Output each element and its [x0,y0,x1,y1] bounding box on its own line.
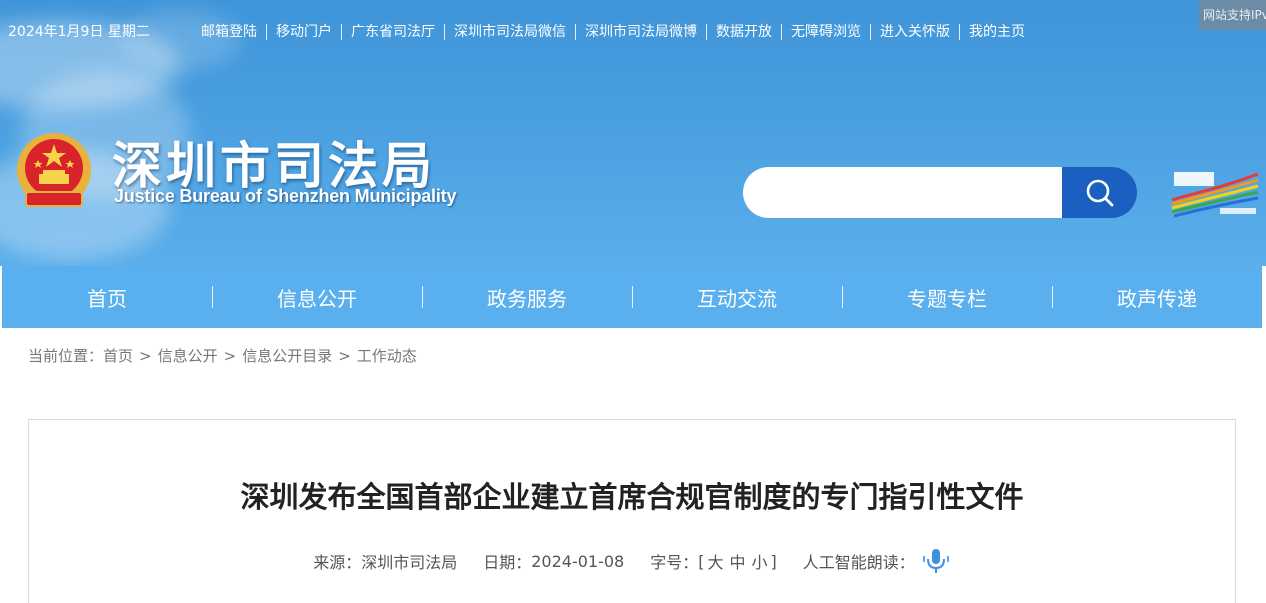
breadcrumb-separator: > [223,347,237,365]
top-link-wechat[interactable]: 深圳市司法局微信 [444,24,575,40]
top-link-mobile-portal[interactable]: 移动门户 [266,24,341,40]
breadcrumb-home[interactable]: 首页 [103,347,133,365]
font-size-small-button[interactable]: 小 [749,549,771,573]
nav-information-disclosure[interactable]: 信息公开 [212,266,422,328]
breadcrumb: 当前位置：首页 > 信息公开 > 信息公开目录 > 工作动态 [28,344,417,368]
font-size-large-button[interactable]: 大 [704,549,726,573]
source-label: 来源： [313,553,362,572]
read-aloud-label: 人工智能朗读： [802,553,915,572]
search-input[interactable] [743,167,1063,218]
search-icon [1086,179,1113,206]
site-subtitle: Justice Bureau of Shenzhen Municipality [114,186,457,206]
source-value: 深圳市司法局 [361,553,458,572]
top-link-accessibility[interactable]: 无障碍浏览 [781,24,870,40]
top-link-open-data[interactable]: 数据开放 [706,24,781,40]
nav-interaction[interactable]: 互动交流 [632,266,842,328]
search-button[interactable] [1062,167,1137,218]
ipv6-badge: 网站支持IPv6 [1199,0,1266,30]
search-box [743,167,1137,218]
top-link-care-mode[interactable]: 进入关怀版 [870,24,959,40]
article-source: 来源： 深圳市司法局 [313,549,457,573]
top-links: 邮箱登陆 移动门户 广东省司法厅 深圳市司法局微信 深圳市司法局微博 数据开放 … [192,18,1034,46]
nav-government-services[interactable]: 政务服务 [422,266,632,328]
font-size-label: 字号： [650,553,699,572]
breadcrumb-separator: > [338,347,351,365]
current-date: 2024年1月9日 星期二 [8,24,150,40]
main-nav: 首页 信息公开 政务服务 互动交流 专题专栏 政声传递 [2,266,1262,328]
top-link-weibo[interactable]: 深圳市司法局微博 [575,24,706,40]
top-link-my-homepage[interactable]: 我的主页 [959,24,1034,40]
breadcrumb-separator: > [139,347,152,365]
article-panel: 深圳发布全国首部企业建立首席合规官制度的专门指引性文件 来源： 深圳市司法局 日… [28,419,1236,603]
top-link-guangdong-justice[interactable]: 广东省司法厅 [341,24,444,40]
site-header: 2024年1月9日 星期二 邮箱登陆 移动门户 广东省司法厅 深圳市司法局微信 … [0,0,1266,266]
nav-home[interactable]: 首页 [2,266,212,328]
microphone-icon[interactable] [921,548,951,574]
font-size-control: 字号： [大中小] [650,549,777,573]
font-size-bracket-close: ] [770,551,777,571]
top-link-mail-login[interactable]: 邮箱登陆 [192,24,266,40]
breadcrumb-disclosure-catalog[interactable]: 信息公开目录 [242,347,332,365]
breadcrumb-work-news[interactable]: 工作动态 [357,347,417,365]
date-label: 日期： [483,553,532,572]
date-value: 2024-01-08 [531,551,625,571]
shenzhen-china-logo [1171,172,1259,218]
read-aloud: 人工智能朗读： [803,548,951,574]
national-emblem-icon [17,133,91,207]
breadcrumb-prefix: 当前位置： [28,347,104,365]
nav-special-topics[interactable]: 专题专栏 [842,266,1052,328]
breadcrumb-information-disclosure[interactable]: 信息公开 [158,347,218,365]
font-size-medium-button[interactable]: 中 [727,549,749,573]
article-meta: 来源： 深圳市司法局 日期： 2024-01-08 字号： [大中小] 人工智能… [29,548,1235,574]
article-date: 日期： 2024-01-08 [483,549,624,573]
nav-government-voice[interactable]: 政声传递 [1052,266,1262,328]
article-title: 深圳发布全国首部企业建立首席合规官制度的专门指引性文件 [240,480,1024,514]
